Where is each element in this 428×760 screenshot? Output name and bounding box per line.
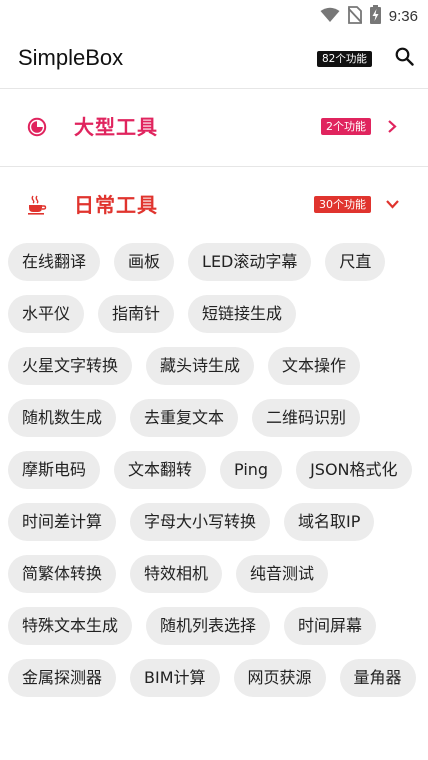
wifi-icon [320,7,340,27]
tool-chip-level[interactable]: 水平仪 [8,295,85,333]
category-daily-tools[interactable]: 日常工具 30个功能 [0,170,428,240]
category-title: 大型工具 [74,115,158,139]
tool-chip-compass[interactable]: 指南针 [98,295,175,333]
tool-chip-text-operations[interactable]: 文本操作 [268,347,361,385]
tool-chip-simplified-traditional[interactable]: 简繁体转换 [8,555,117,593]
tool-chip-json-format[interactable]: JSON格式化 [296,451,412,489]
tool-chip-ping[interactable]: Ping [220,451,283,489]
status-time: 9:36 [388,8,418,25]
tool-chip-protractor[interactable]: 量角器 [339,659,416,697]
search-button[interactable] [393,47,415,69]
tool-chip-online-translate[interactable]: 在线翻译 [8,243,101,281]
tool-chip-domain-ip[interactable]: 域名取IP [284,503,375,541]
category-count-badge: 30个功能 [314,196,371,213]
category-count-badge: 2个功能 [321,118,371,135]
tool-chip-morse-code[interactable]: 摩斯电码 [8,451,101,489]
tool-chip-special-text[interactable]: 特殊文本生成 [8,607,133,645]
tool-chip-case-convert[interactable]: 字母大小写转换 [130,503,271,541]
tool-chip-time-diff[interactable]: 时间差计算 [8,503,117,541]
tool-chip-acrostic-poem[interactable]: 藏头诗生成 [146,347,255,385]
tool-chip-random-list[interactable]: 随机列表选择 [146,607,271,645]
no-sim-icon [347,5,363,28]
tool-chip-martian-text[interactable]: 火星文字转换 [8,347,133,385]
coffee-cup-icon [26,194,48,216]
function-count-badge: 82个功能 [317,51,372,67]
chevron-down-icon [384,195,400,213]
tool-chip-random-number[interactable]: 随机数生成 [8,399,117,437]
tool-chip-web-source[interactable]: 网页获源 [233,659,326,697]
tool-chip-effects-camera[interactable]: 特效相机 [130,555,223,593]
tool-chip-list: 在线翻译 画板 LED滚动字幕 尺直 水平仪 指南针 短链接生成 火星文字转换 … [8,243,424,697]
tool-chip-dedupe-text[interactable]: 去重复文本 [130,399,239,437]
tool-chip-qr-scan[interactable]: 二维码识别 [252,399,361,437]
category-divider [0,166,428,167]
search-icon [395,47,414,70]
category-title: 日常工具 [74,193,158,217]
tool-chip-short-link[interactable]: 短链接生成 [188,295,297,333]
tool-chip-drawing-board[interactable]: 画板 [114,243,175,281]
app-bar-divider [0,88,428,89]
app-title: SimpleBox [18,45,124,70]
tool-chip-tone-test[interactable]: 纯音测试 [236,555,329,593]
category-large-tools[interactable]: 大型工具 2个功能 [0,92,428,162]
chevron-right-icon [384,117,400,135]
app-bar: SimpleBox 82个功能 [0,30,428,88]
status-bar: 9:36 [0,0,428,30]
tool-chip-led-marquee[interactable]: LED滚动字幕 [188,243,312,281]
tool-chip-ruler[interactable]: 尺直 [325,243,386,281]
tool-chip-text-flip[interactable]: 文本翻转 [114,451,207,489]
tool-chip-bmi-calc[interactable]: BIM计算 [130,659,220,697]
tool-chip-metal-detector[interactable]: 金属探测器 [8,659,117,697]
battery-charging-icon [369,5,381,28]
tool-chip-time-screen[interactable]: 时间屏幕 [284,607,377,645]
pie-chart-icon [26,116,48,138]
